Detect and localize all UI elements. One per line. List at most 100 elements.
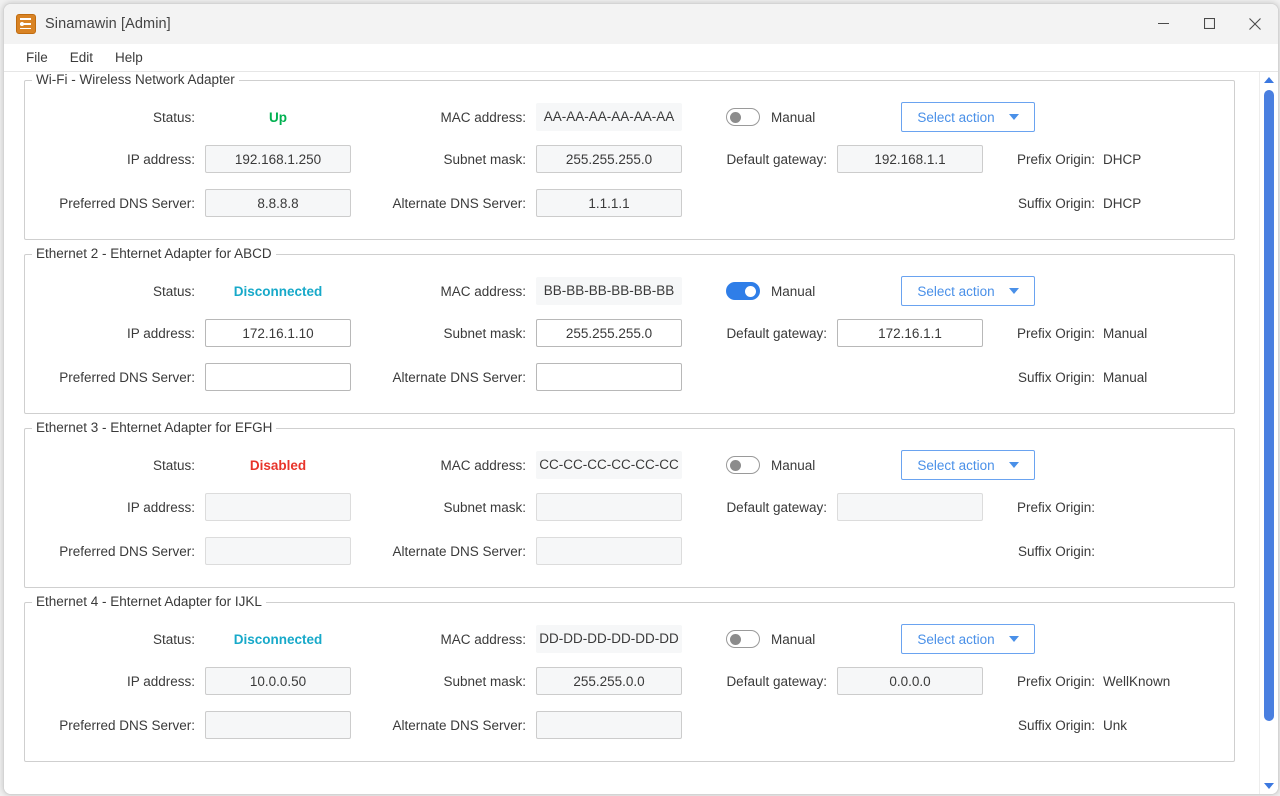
prefix-origin-label: Prefix Origin: xyxy=(1016,499,1095,515)
content-area: Wi-Fi - Wireless Network Adapter Status:… xyxy=(4,72,1278,794)
alternate-dns-input[interactable]: 1.1.1.1 xyxy=(536,189,682,217)
subnet-mask-input[interactable]: 255.255.0.0 xyxy=(536,667,682,695)
adapter-row-dns: Preferred DNS Server: Alternate DNS Serv… xyxy=(35,703,1224,747)
preferred-dns-label: Preferred DNS Server: xyxy=(59,717,195,733)
suffix-origin-label: Suffix Origin: xyxy=(1017,195,1095,211)
chevron-down-icon xyxy=(1008,636,1019,642)
suffix-origin-value: Unk xyxy=(1103,717,1128,733)
manual-label: Manual xyxy=(771,283,816,299)
subnet-mask-input[interactable] xyxy=(536,493,682,521)
status-value: Disconnected xyxy=(233,631,323,647)
ip-address-input[interactable] xyxy=(205,493,351,521)
adapter-row-ip: IP address: 10.0.0.50 Subnet mask: 255.2… xyxy=(35,659,1224,703)
window-title: Sinamawin [Admin] xyxy=(45,15,171,32)
mac-address-label: MAC address: xyxy=(440,109,526,125)
prefix-origin-value: WellKnown xyxy=(1103,673,1171,689)
adapter-list: Wi-Fi - Wireless Network Adapter Status:… xyxy=(4,72,1259,794)
manual-label: Manual xyxy=(771,631,816,647)
preferred-dns-input[interactable]: 8.8.8.8 xyxy=(205,189,351,217)
adapter-title: Ethernet 4 - Ehternet Adapter for IJKL xyxy=(32,594,266,609)
mac-address-value: CC-CC-CC-CC-CC-CC xyxy=(536,451,682,479)
scrollbar-track[interactable] xyxy=(1260,88,1278,778)
subnet-mask-label: Subnet mask: xyxy=(443,325,526,341)
select-action-button[interactable]: Select action xyxy=(901,450,1035,480)
adapter-row-status: Status: Disconnected MAC address: DD-DD-… xyxy=(35,619,1224,659)
prefix-origin-label: Prefix Origin: xyxy=(1016,325,1095,341)
status-value: Disconnected xyxy=(233,283,323,299)
status-label: Status: xyxy=(152,283,195,299)
manual-label: Manual xyxy=(771,457,816,473)
window-controls xyxy=(1140,4,1278,43)
maximize-button[interactable] xyxy=(1186,4,1232,43)
default-gateway-label: Default gateway: xyxy=(726,325,827,341)
adapter-row-ip: IP address: 172.16.1.10 Subnet mask: 255… xyxy=(35,311,1224,355)
manual-toggle[interactable] xyxy=(726,108,760,126)
chevron-down-icon xyxy=(1008,114,1019,120)
alternate-dns-input[interactable] xyxy=(536,363,682,391)
alternate-dns-input[interactable] xyxy=(536,537,682,565)
subnet-mask-input[interactable]: 255.255.255.0 xyxy=(536,319,682,347)
manual-toggle[interactable] xyxy=(726,630,760,648)
preferred-dns-input[interactable] xyxy=(205,711,351,739)
select-action-button[interactable]: Select action xyxy=(901,276,1035,306)
preferred-dns-input[interactable] xyxy=(205,537,351,565)
app-window: Sinamawin [Admin] File Edit Help Wi-Fi -… xyxy=(3,3,1279,795)
preferred-dns-input[interactable] xyxy=(205,363,351,391)
preferred-dns-label: Preferred DNS Server: xyxy=(59,195,195,211)
preferred-dns-label: Preferred DNS Server: xyxy=(59,369,195,385)
manual-toggle-group: Manual xyxy=(682,630,901,648)
scroll-up-arrow[interactable] xyxy=(1260,72,1278,88)
manual-toggle[interactable] xyxy=(726,456,760,474)
manual-label: Manual xyxy=(771,109,816,125)
select-action-label: Select action xyxy=(917,109,995,125)
manual-toggle[interactable] xyxy=(726,282,760,300)
subnet-mask-label: Subnet mask: xyxy=(443,673,526,689)
ip-address-input[interactable]: 192.168.1.250 xyxy=(205,145,351,173)
mac-address-label: MAC address: xyxy=(440,457,526,473)
suffix-origin-label: Suffix Origin: xyxy=(1017,543,1095,559)
default-gateway-input[interactable]: 0.0.0.0 xyxy=(837,667,983,695)
default-gateway-input[interactable]: 172.16.1.1 xyxy=(837,319,983,347)
status-label: Status: xyxy=(152,631,195,647)
suffix-origin-value: DHCP xyxy=(1103,195,1142,211)
ip-address-input[interactable]: 10.0.0.50 xyxy=(205,667,351,695)
default-gateway-input[interactable] xyxy=(837,493,983,521)
scrollbar-thumb[interactable] xyxy=(1264,90,1274,721)
close-button[interactable] xyxy=(1232,4,1278,43)
default-gateway-label: Default gateway: xyxy=(726,151,827,167)
manual-toggle-group: Manual xyxy=(682,282,901,300)
alternate-dns-input[interactable] xyxy=(536,711,682,739)
adapter-title: Ethernet 2 - Ehternet Adapter for ABCD xyxy=(32,246,276,261)
select-action-label: Select action xyxy=(917,631,995,647)
vertical-scrollbar[interactable] xyxy=(1259,72,1278,794)
prefix-origin-value: Manual xyxy=(1103,325,1148,341)
select-action-button[interactable]: Select action xyxy=(901,102,1035,132)
adapter-title: Wi-Fi - Wireless Network Adapter xyxy=(32,72,239,87)
subnet-mask-label: Subnet mask: xyxy=(443,499,526,515)
subnet-mask-input[interactable]: 255.255.255.0 xyxy=(536,145,682,173)
status-label: Status: xyxy=(152,457,195,473)
menu-item-edit[interactable]: Edit xyxy=(60,48,103,67)
alternate-dns-label: Alternate DNS Server: xyxy=(392,195,526,211)
prefix-origin-label: Prefix Origin: xyxy=(1016,151,1095,167)
select-action-button[interactable]: Select action xyxy=(901,624,1035,654)
menu-item-file[interactable]: File xyxy=(16,48,58,67)
mac-address-label: MAC address: xyxy=(440,283,526,299)
adapter-row-status: Status: Disconnected MAC address: BB-BB-… xyxy=(35,271,1224,311)
minimize-button[interactable] xyxy=(1140,4,1186,43)
status-value: Up xyxy=(269,109,287,125)
status-label: Status: xyxy=(152,109,195,125)
select-action-label: Select action xyxy=(917,283,995,299)
alternate-dns-label: Alternate DNS Server: xyxy=(392,543,526,559)
prefix-origin-label: Prefix Origin: xyxy=(1016,673,1095,689)
ip-address-input[interactable]: 172.16.1.10 xyxy=(205,319,351,347)
adapter-row-dns: Preferred DNS Server: Alternate DNS Serv… xyxy=(35,529,1224,573)
prefix-origin-value: DHCP xyxy=(1103,151,1142,167)
default-gateway-input[interactable]: 192.168.1.1 xyxy=(837,145,983,173)
suffix-origin-label: Suffix Origin: xyxy=(1017,717,1095,733)
preferred-dns-label: Preferred DNS Server: xyxy=(59,543,195,559)
menu-item-help[interactable]: Help xyxy=(105,48,153,67)
adapter-panel: Ethernet 4 - Ehternet Adapter for IJKL S… xyxy=(24,594,1235,762)
scroll-down-arrow[interactable] xyxy=(1260,778,1278,794)
ip-address-label: IP address: xyxy=(126,673,195,689)
